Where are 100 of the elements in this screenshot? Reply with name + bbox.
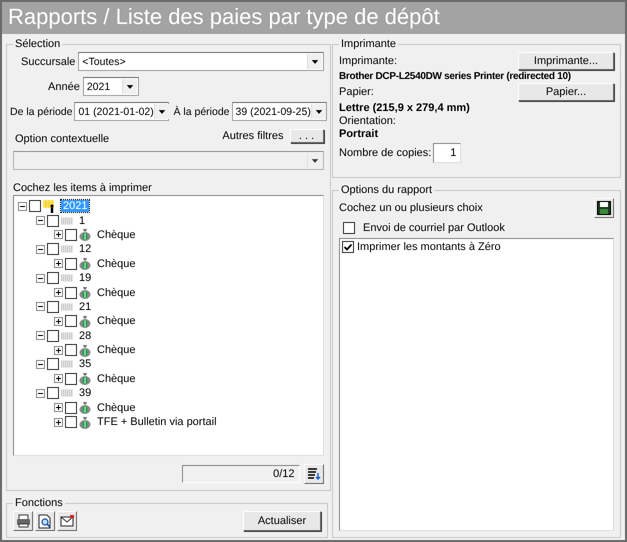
branch-dropdown[interactable]: <Toutes>: [78, 52, 324, 71]
checkbox[interactable]: [65, 258, 77, 270]
checkbox[interactable]: [29, 200, 41, 212]
money-bag-icon: [79, 228, 91, 242]
tree-item[interactable]: TFE + Bulletin via portail: [95, 416, 219, 428]
tree-item[interactable]: Chèque: [95, 258, 138, 270]
checkbox[interactable]: [47, 214, 59, 227]
checkbox[interactable]: [65, 228, 77, 241]
field-label: De la période: [10, 106, 72, 118]
tree-item[interactable]: 35: [77, 358, 94, 370]
tree-item[interactable]: Chèque: [95, 286, 138, 299]
checkbox[interactable]: [342, 241, 354, 253]
copies-field[interactable]: 1: [433, 143, 462, 163]
printer-button[interactable]: Imprimante...: [518, 52, 614, 70]
email-icon[interactable]: [57, 511, 77, 531]
grid-icon: [61, 302, 73, 312]
field-label: Option contextuelle: [15, 133, 110, 145]
tree-item[interactable]: Chèque: [95, 372, 138, 385]
checkbox[interactable]: [65, 372, 77, 385]
refresh-button[interactable]: Actualiser: [243, 511, 321, 531]
collapse-icon[interactable]: [18, 202, 27, 211]
collapse-icon[interactable]: [36, 302, 45, 312]
sort-list-icon[interactable]: [304, 464, 324, 484]
tree-item[interactable]: 1: [77, 214, 88, 227]
tree-item[interactable]: Chèque: [95, 344, 138, 356]
grid-icon: [61, 216, 73, 226]
grid-icon: [61, 359, 73, 370]
tree-item[interactable]: Chèque: [95, 228, 138, 241]
checkbox[interactable]: [47, 330, 59, 342]
money-bag-icon: [79, 372, 91, 386]
checkbox[interactable]: [343, 222, 355, 234]
expand-icon[interactable]: [54, 259, 63, 268]
group-title: Fonctions: [14, 497, 64, 509]
group-title: Sélection: [14, 38, 62, 50]
preview-icon[interactable]: [35, 511, 55, 531]
grid-icon: [61, 330, 73, 341]
tree-item[interactable]: Chèque: [95, 315, 138, 328]
options-hint: Cochez un ou plusieurs choix: [339, 202, 483, 214]
checkbox[interactable]: [47, 300, 59, 313]
money-bag-icon: [79, 401, 91, 414]
checkbox[interactable]: [47, 272, 59, 284]
expand-icon[interactable]: [54, 316, 63, 326]
collapse-icon[interactable]: [36, 244, 45, 254]
window-title: Rapports / Liste des paies par type de dépôt: [2, 2, 625, 34]
paper-button[interactable]: Papier...: [518, 83, 614, 101]
field-label: Imprimante:: [339, 55, 398, 67]
collapse-icon[interactable]: [36, 274, 45, 283]
item-counter: 0/12: [182, 465, 300, 483]
grid-icon: [61, 273, 73, 284]
tree-item[interactable]: 19: [77, 272, 94, 284]
print-icon[interactable]: [13, 511, 33, 531]
collapse-icon[interactable]: [36, 360, 45, 369]
money-bag-icon: [79, 257, 91, 270]
checkbox[interactable]: [65, 286, 77, 299]
tree-item[interactable]: 12: [77, 243, 94, 256]
orientation: Portrait: [339, 128, 380, 140]
money-bag-icon: [79, 314, 91, 328]
grid-icon: [61, 388, 73, 398]
expand-icon[interactable]: [54, 403, 63, 412]
checkbox-label: Envoi de courriel par Outlook: [363, 222, 505, 234]
checkbox[interactable]: [47, 243, 59, 256]
list-item[interactable]: Imprimer les montants à Zéro: [357, 241, 501, 253]
tree-item[interactable]: Chèque: [95, 402, 138, 414]
save-icon[interactable]: [594, 198, 614, 218]
money-bag-icon: [79, 286, 91, 300]
expand-icon[interactable]: [54, 230, 63, 240]
money-bag-icon: [79, 416, 91, 429]
field-label: Papier:: [339, 86, 374, 98]
checkbox[interactable]: [65, 402, 77, 414]
expand-icon[interactable]: [54, 418, 63, 427]
expand-icon[interactable]: [54, 346, 63, 355]
checkbox[interactable]: [47, 387, 59, 400]
grid-icon: [61, 244, 73, 254]
tree-label: Cochez les items à imprimer: [13, 182, 153, 194]
field-label: À la période: [173, 106, 230, 118]
field-label: Autres filtres: [222, 130, 284, 142]
period-dropdown[interactable]: 01 (2021-01-02): [74, 102, 170, 121]
checkbox[interactable]: [47, 358, 59, 370]
paper-size: Lettre (215,9 x 279,4 mm): [339, 102, 471, 114]
group-title: Options du rapport: [340, 184, 434, 196]
tree-item[interactable]: 39: [77, 387, 94, 400]
tree-item[interactable]: 28: [77, 330, 94, 342]
checkbox[interactable]: [65, 344, 77, 356]
year-dropdown[interactable]: 2021: [82, 77, 139, 96]
collapse-icon[interactable]: [36, 216, 45, 226]
field-label: Nombre de copies:: [339, 147, 432, 159]
checkbox[interactable]: [65, 416, 77, 428]
field-label: Année: [48, 80, 80, 92]
expand-icon[interactable]: [54, 288, 63, 298]
period-dropdown[interactable]: 39 (2021-09-25): [232, 102, 327, 121]
calendar-person-icon: [43, 200, 57, 213]
checkbox[interactable]: [65, 315, 77, 328]
printer-name: Brother DCP-L2540DW series Printer (redirected 10): [339, 71, 572, 82]
expand-icon[interactable]: [54, 374, 63, 384]
tree-item[interactable]: 21: [77, 300, 94, 313]
collapse-icon[interactable]: [36, 331, 45, 340]
field-label: Succursale: [21, 56, 76, 68]
collapse-icon[interactable]: [36, 388, 45, 398]
filters-button[interactable]: . . .: [290, 129, 324, 143]
field-label: Orientation:: [339, 115, 397, 127]
